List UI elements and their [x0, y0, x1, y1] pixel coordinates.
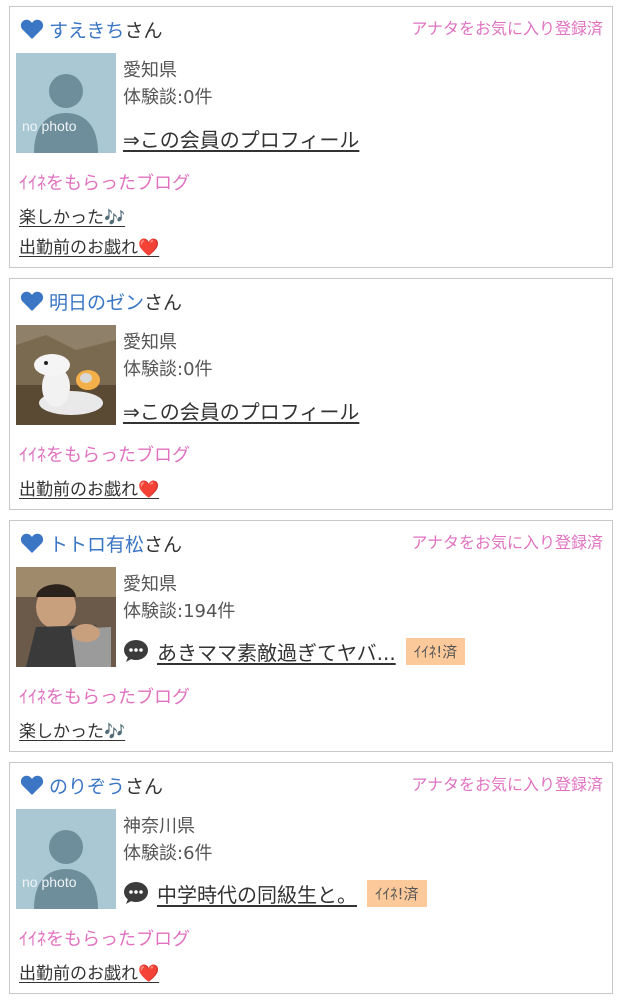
liked-blogs-heading: ｲｲﾈをもらったブログ — [19, 445, 190, 466]
member-card: すえきち さん アナタをお気に入り登録済 no photo 愛知県 体験談:0件… — [9, 6, 613, 268]
favorite-status: アナタをお気に入り登録済 — [411, 533, 603, 552]
member-header: のりぞう さん — [20, 771, 163, 799]
heart-icon — [20, 18, 44, 40]
avatar[interactable]: no photo — [16, 809, 116, 909]
prefecture: 愛知県 — [123, 574, 177, 595]
member-card: 明日のゼン さん 愛知県 体験談:0件 ⇒この会員のプロフィール ｲｲﾈをもらっ… — [9, 278, 613, 510]
blog-link[interactable]: 出勤前のお戯れ❤️ — [19, 233, 159, 258]
no-photo-caption: no photo — [22, 118, 77, 134]
member-name[interactable]: すえきち — [49, 16, 124, 43]
member-card: のりぞう さん アナタをお気に入り登録済 no photo 神奈川県 体験談:6… — [9, 762, 613, 994]
member-name[interactable]: トトロ有松 — [49, 530, 144, 557]
member-header: 明日のゼン さん — [20, 287, 182, 315]
honorific: さん — [144, 291, 183, 314]
member-info: 神奈川県 体験談:6件 — [123, 813, 213, 867]
liked-blogs-heading: ｲｲﾈをもらったブログ — [19, 929, 190, 950]
blog-link[interactable]: 楽しかった🎶 — [19, 717, 125, 742]
heart-icon — [20, 532, 44, 554]
speech-bubble-icon — [123, 639, 149, 663]
no-photo-image: no photo — [16, 53, 116, 153]
member-header: すえきち さん — [20, 15, 162, 43]
review-count: 体験談:194件 — [123, 601, 236, 622]
honorific: さん — [144, 533, 183, 556]
member-card: トトロ有松 さん アナタをお気に入り登録済 愛知県 体験談:194件 あきママ素… — [9, 520, 613, 752]
no-photo-image: no photo — [16, 809, 116, 909]
liked-blogs-heading: ｲｲﾈをもらったブログ — [19, 687, 190, 708]
avatar[interactable] — [16, 567, 116, 667]
no-photo-caption: no photo — [22, 874, 77, 890]
member-photo — [16, 567, 116, 667]
blog-link[interactable]: 楽しかった🎶 — [19, 203, 125, 228]
member-header: トトロ有松 さん — [20, 529, 182, 557]
heart-icon — [20, 774, 44, 796]
review-count: 体験談:0件 — [123, 359, 213, 380]
prefecture: 愛知県 — [123, 332, 177, 353]
prefecture: 神奈川県 — [123, 816, 195, 837]
iine-done-badge: ｲｲﾈ!済 — [405, 637, 466, 665]
heart-icon — [20, 290, 44, 312]
member-name[interactable]: のりぞう — [49, 772, 125, 799]
speech-bubble-icon — [123, 881, 149, 905]
latest-review: 中学時代の同級生と。 ｲｲﾈ!済 — [123, 878, 427, 908]
member-photo — [16, 325, 116, 425]
member-info: 愛知県 体験談:0件 — [123, 329, 213, 383]
blog-link[interactable]: 出勤前のお戯れ❤️ — [19, 475, 159, 500]
favorite-status: アナタをお気に入り登録済 — [411, 19, 603, 38]
member-name[interactable]: 明日のゼン — [49, 288, 144, 315]
member-info: 愛知県 体験談:194件 — [123, 571, 235, 625]
prefecture: 愛知県 — [123, 60, 177, 81]
profile-link[interactable]: ⇒この会員のプロフィール — [123, 124, 359, 153]
avatar[interactable] — [16, 325, 116, 425]
profile-link[interactable]: ⇒この会員のプロフィール — [123, 396, 359, 425]
member-info: 愛知県 体験談:0件 — [123, 57, 213, 111]
review-count: 体験談:0件 — [123, 87, 213, 108]
iine-done-badge: ｲｲﾈ!済 — [367, 879, 427, 907]
review-count: 体験談:6件 — [123, 843, 213, 864]
review-link[interactable]: あきママ素敵過ぎてヤバ... — [157, 637, 396, 666]
honorific: さん — [125, 775, 164, 798]
latest-review: あきママ素敵過ぎてヤバ... ｲｲﾈ!済 — [123, 636, 466, 666]
avatar[interactable]: no photo — [16, 53, 116, 153]
honorific: さん — [124, 19, 163, 42]
liked-blogs-heading: ｲｲﾈをもらったブログ — [19, 173, 190, 194]
favorite-status: アナタをお気に入り登録済 — [411, 775, 603, 794]
review-link[interactable]: 中学時代の同級生と。 — [157, 879, 357, 908]
blog-link[interactable]: 出勤前のお戯れ❤️ — [19, 959, 159, 984]
